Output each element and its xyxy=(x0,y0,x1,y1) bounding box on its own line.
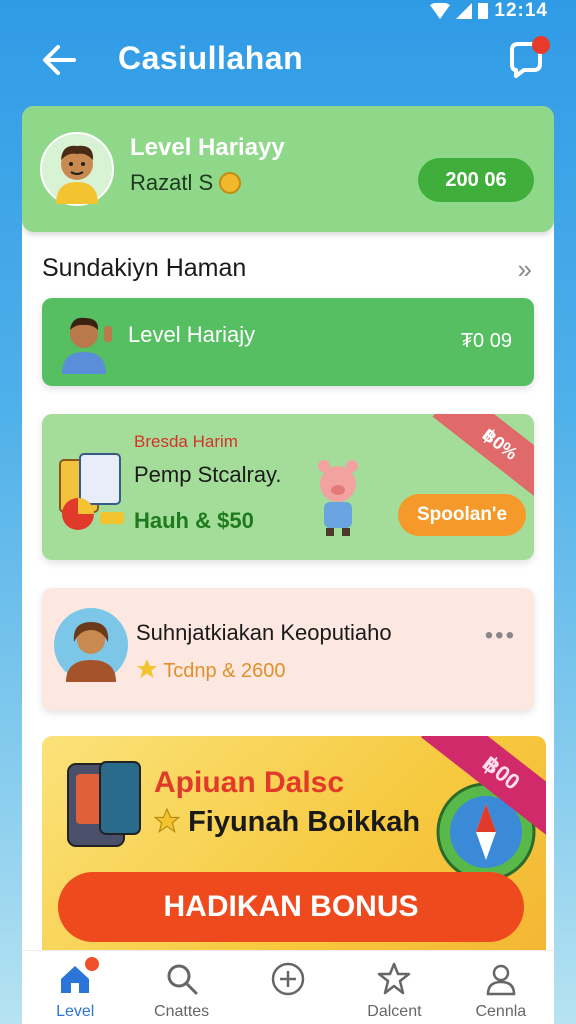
main-sheet: Level Hariayy Razatl S 200 06 Sundakiyn … xyxy=(22,106,554,976)
level-card-value: ₮0 09 xyxy=(460,330,512,352)
notifications-button[interactable] xyxy=(504,36,550,82)
banner-subtitle-text: Fiyunah Boikkah xyxy=(188,806,421,838)
hero-subtitle: Razatl S xyxy=(130,170,242,196)
status-bar: 12:14 xyxy=(0,0,576,24)
hero-subtitle-text: Razatl S xyxy=(130,170,214,195)
hero-value-button[interactable]: 200 06 xyxy=(418,158,534,202)
nav-label: Cnattes xyxy=(154,1003,210,1020)
status-icons: 12:14 xyxy=(430,0,548,22)
search-icon xyxy=(167,964,198,995)
promo-card[interactable]: Bresda Harim Pemp Stcalray. Hauh & $50 S… xyxy=(42,414,534,560)
nav-item-level[interactable]: Level xyxy=(22,951,128,1024)
gift-box-icon xyxy=(59,453,124,530)
nav-item-cennla[interactable]: Cennla xyxy=(448,951,554,1024)
promo-ribbon-badge: ฿0% xyxy=(432,414,534,503)
coin-icon xyxy=(219,172,242,194)
battery-icon xyxy=(478,3,489,19)
app-title: Casiullahan xyxy=(118,40,304,76)
banner-subtitle: Fiyunah Boikkah xyxy=(153,806,421,839)
nav-item-dalcent[interactable]: Dalcent xyxy=(341,951,447,1024)
nav-item-add[interactable] xyxy=(235,951,341,1024)
avatar xyxy=(40,132,114,206)
banner-title: Apiuan Dalsc xyxy=(154,766,345,799)
section-title: Sundakiyn Haman xyxy=(42,254,247,282)
promo-eyebrow: Bresda Harim xyxy=(134,432,238,451)
claim-bonus-button[interactable]: HADIKAN BONUS xyxy=(58,872,524,942)
promo-action-button[interactable]: Spoolan'e xyxy=(398,494,526,536)
user-card-title: Suhnjatkiakan Keoputiaho xyxy=(136,620,392,645)
level-card[interactable]: Level Hariajy ₮0 09 xyxy=(42,298,534,386)
back-arrow-icon xyxy=(43,45,76,75)
girl-avatar-icon xyxy=(66,622,116,682)
user-card-subtitle-text: Tcdnp & 2600 xyxy=(163,660,286,682)
avatar xyxy=(54,608,128,682)
nav-badge xyxy=(85,957,100,971)
more-options-button[interactable]: ••• xyxy=(485,622,516,650)
back-button[interactable] xyxy=(38,40,82,80)
star-icon xyxy=(153,807,181,834)
notification-dot xyxy=(532,36,550,54)
nav-label: Cennla xyxy=(475,1003,527,1020)
avatar xyxy=(54,306,122,374)
thumbs-up-avatar-icon xyxy=(62,317,112,374)
user-card-subtitle: Tcdnp & 2600 xyxy=(136,658,286,683)
boy-avatar-icon xyxy=(56,145,98,204)
user-card[interactable]: Suhnjatkiakan Keoputiaho Tcdnp & 2600 ••… xyxy=(42,588,534,710)
status-time: 12:14 xyxy=(494,0,548,21)
hero-card[interactable]: Level Hariayy Razatl S 200 06 xyxy=(22,106,554,232)
profile-icon xyxy=(486,964,516,996)
signal-icon xyxy=(456,3,473,19)
level-card-title: Level Hariajy xyxy=(128,322,256,347)
star-icon xyxy=(137,659,157,678)
hero-title: Level Hariayy xyxy=(130,134,285,161)
plus-circle-icon xyxy=(271,962,305,996)
nav-item-cnattes[interactable]: Cnattes xyxy=(128,951,234,1024)
section-more-link[interactable]: » xyxy=(518,254,532,285)
nav-label: Dalcent xyxy=(367,1003,422,1020)
app-bar: Casiullahan xyxy=(0,30,576,90)
wifi-icon xyxy=(430,3,451,19)
promo-title: Pemp Stcalray. xyxy=(134,462,282,487)
nav-label: Level xyxy=(56,1003,95,1020)
star-icon xyxy=(378,962,411,995)
game-device-icon xyxy=(67,761,141,847)
promo-amount: Hauh & $50 xyxy=(134,508,254,533)
bottom-nav: Level Cnattes Dalcent Cennla xyxy=(22,950,554,1024)
bonus-banner[interactable]: Apiuan Dalsc Fiyunah Boikkah ฿00 HADIKAN… xyxy=(42,736,546,976)
pig-mascot-icon xyxy=(318,460,358,536)
